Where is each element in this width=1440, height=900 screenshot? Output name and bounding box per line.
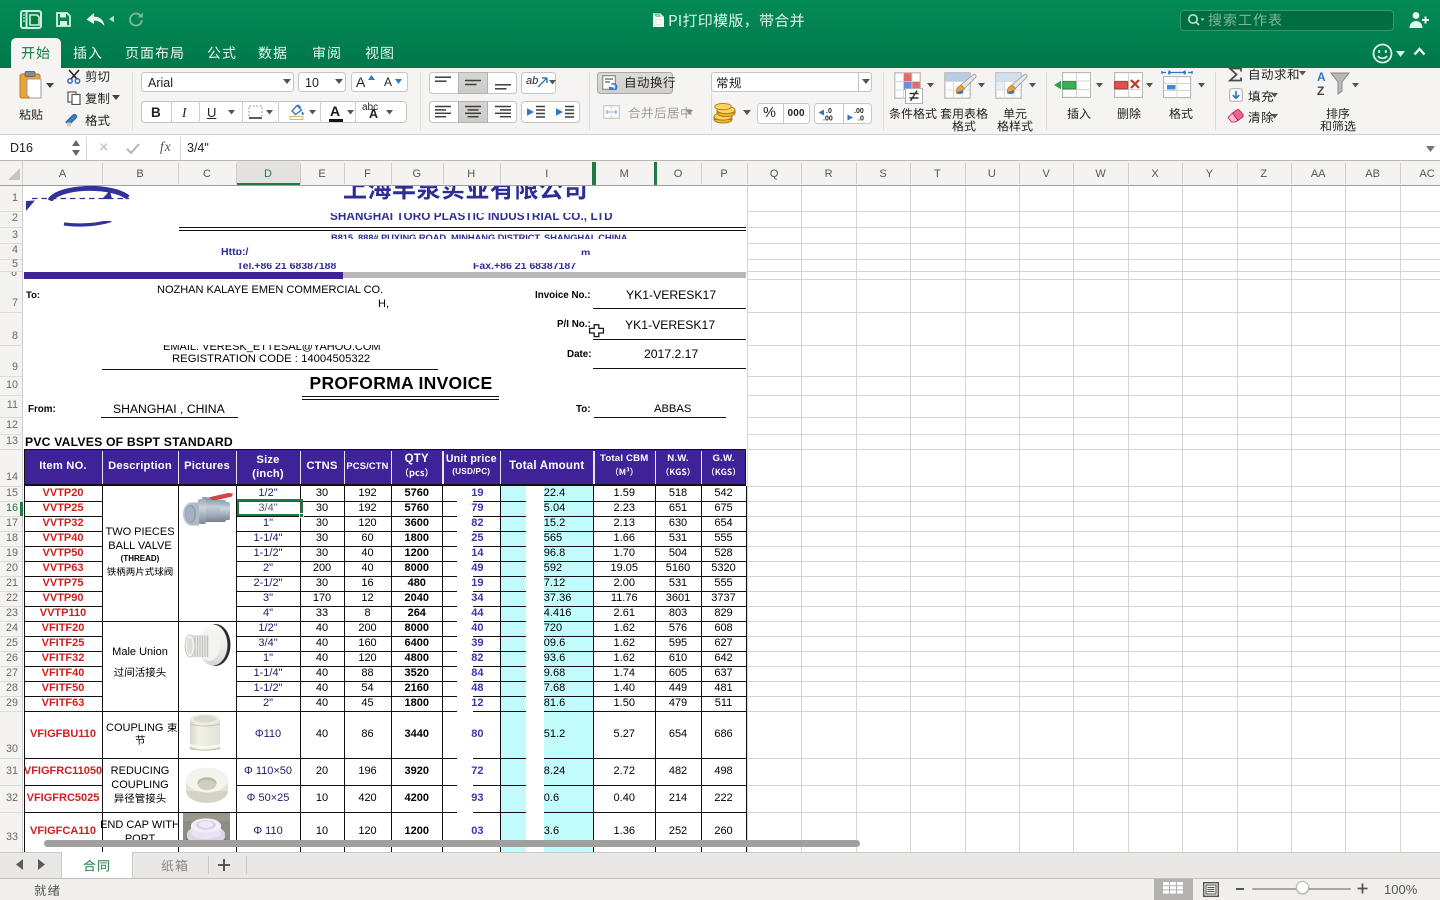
svg-text:A: A [1317, 70, 1326, 84]
svg-text:.0: .0 [858, 116, 864, 122]
svg-text:Z: Z [1317, 84, 1324, 97]
svg-text:.00: .00 [823, 116, 833, 122]
svg-text:.00: .00 [854, 108, 864, 115]
svg-text:.0: .0 [826, 108, 832, 115]
